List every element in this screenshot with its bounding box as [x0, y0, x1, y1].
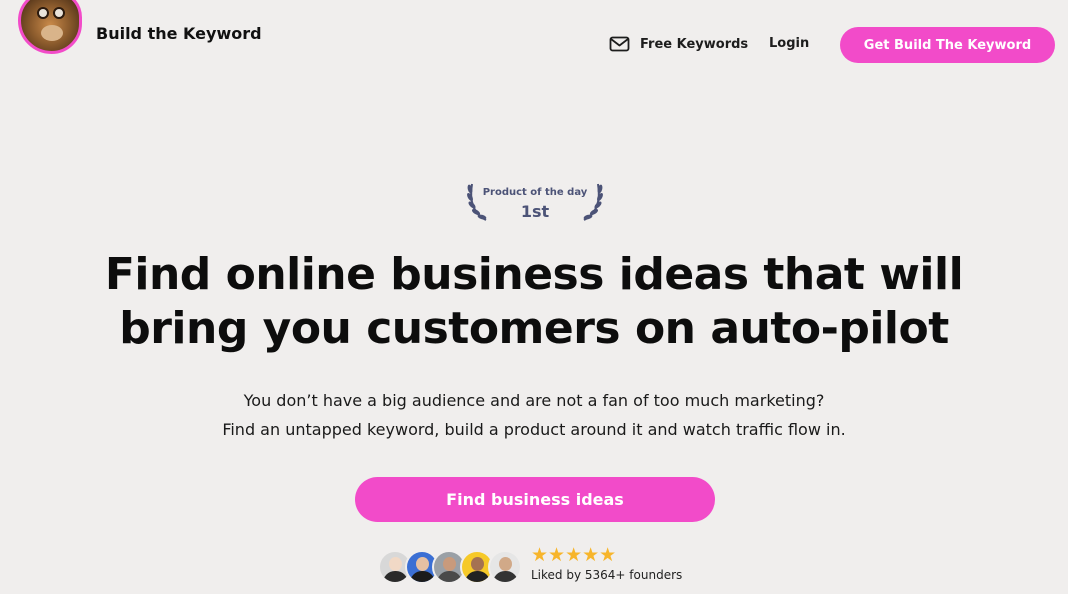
logo-eye — [53, 7, 65, 19]
hero-subtitle-line2: Find an untapped keyword, build a produc… — [222, 420, 846, 439]
hero-subtitle-line1: You don’t have a big audience and are no… — [243, 391, 825, 410]
nav-free-keywords[interactable]: Free Keywords — [609, 35, 748, 53]
hero-headline-line1: Find online business ideas that will — [104, 249, 964, 300]
nav-login[interactable]: Login — [769, 36, 809, 51]
hero-headline: Find online business ideas that will bri… — [0, 248, 1068, 356]
nav-free-keywords-label: Free Keywords — [640, 36, 749, 52]
founder-avatars — [378, 550, 522, 584]
avatar — [488, 550, 522, 584]
laurel-icon — [583, 183, 603, 221]
find-business-ideas-button[interactable]: Find business ideas — [355, 477, 715, 522]
logo-snout — [41, 25, 63, 41]
logo-eye — [37, 7, 49, 19]
product-of-the-day-badge: Product of the day 1st — [466, 178, 604, 224]
brand-name[interactable]: Build the Keyword — [96, 24, 262, 43]
hero-headline-line2: bring you customers on auto-pilot — [119, 303, 949, 354]
hero-subtitle: You don’t have a big audience and are no… — [0, 386, 1068, 444]
rating-stars: ★★★★★ — [531, 544, 617, 566]
mail-icon — [609, 36, 630, 52]
brand-logo[interactable] — [18, 0, 82, 54]
get-build-the-keyword-button[interactable]: Get Build The Keyword — [840, 27, 1055, 63]
liked-by-count: Liked by 5364+ founders — [531, 568, 683, 582]
